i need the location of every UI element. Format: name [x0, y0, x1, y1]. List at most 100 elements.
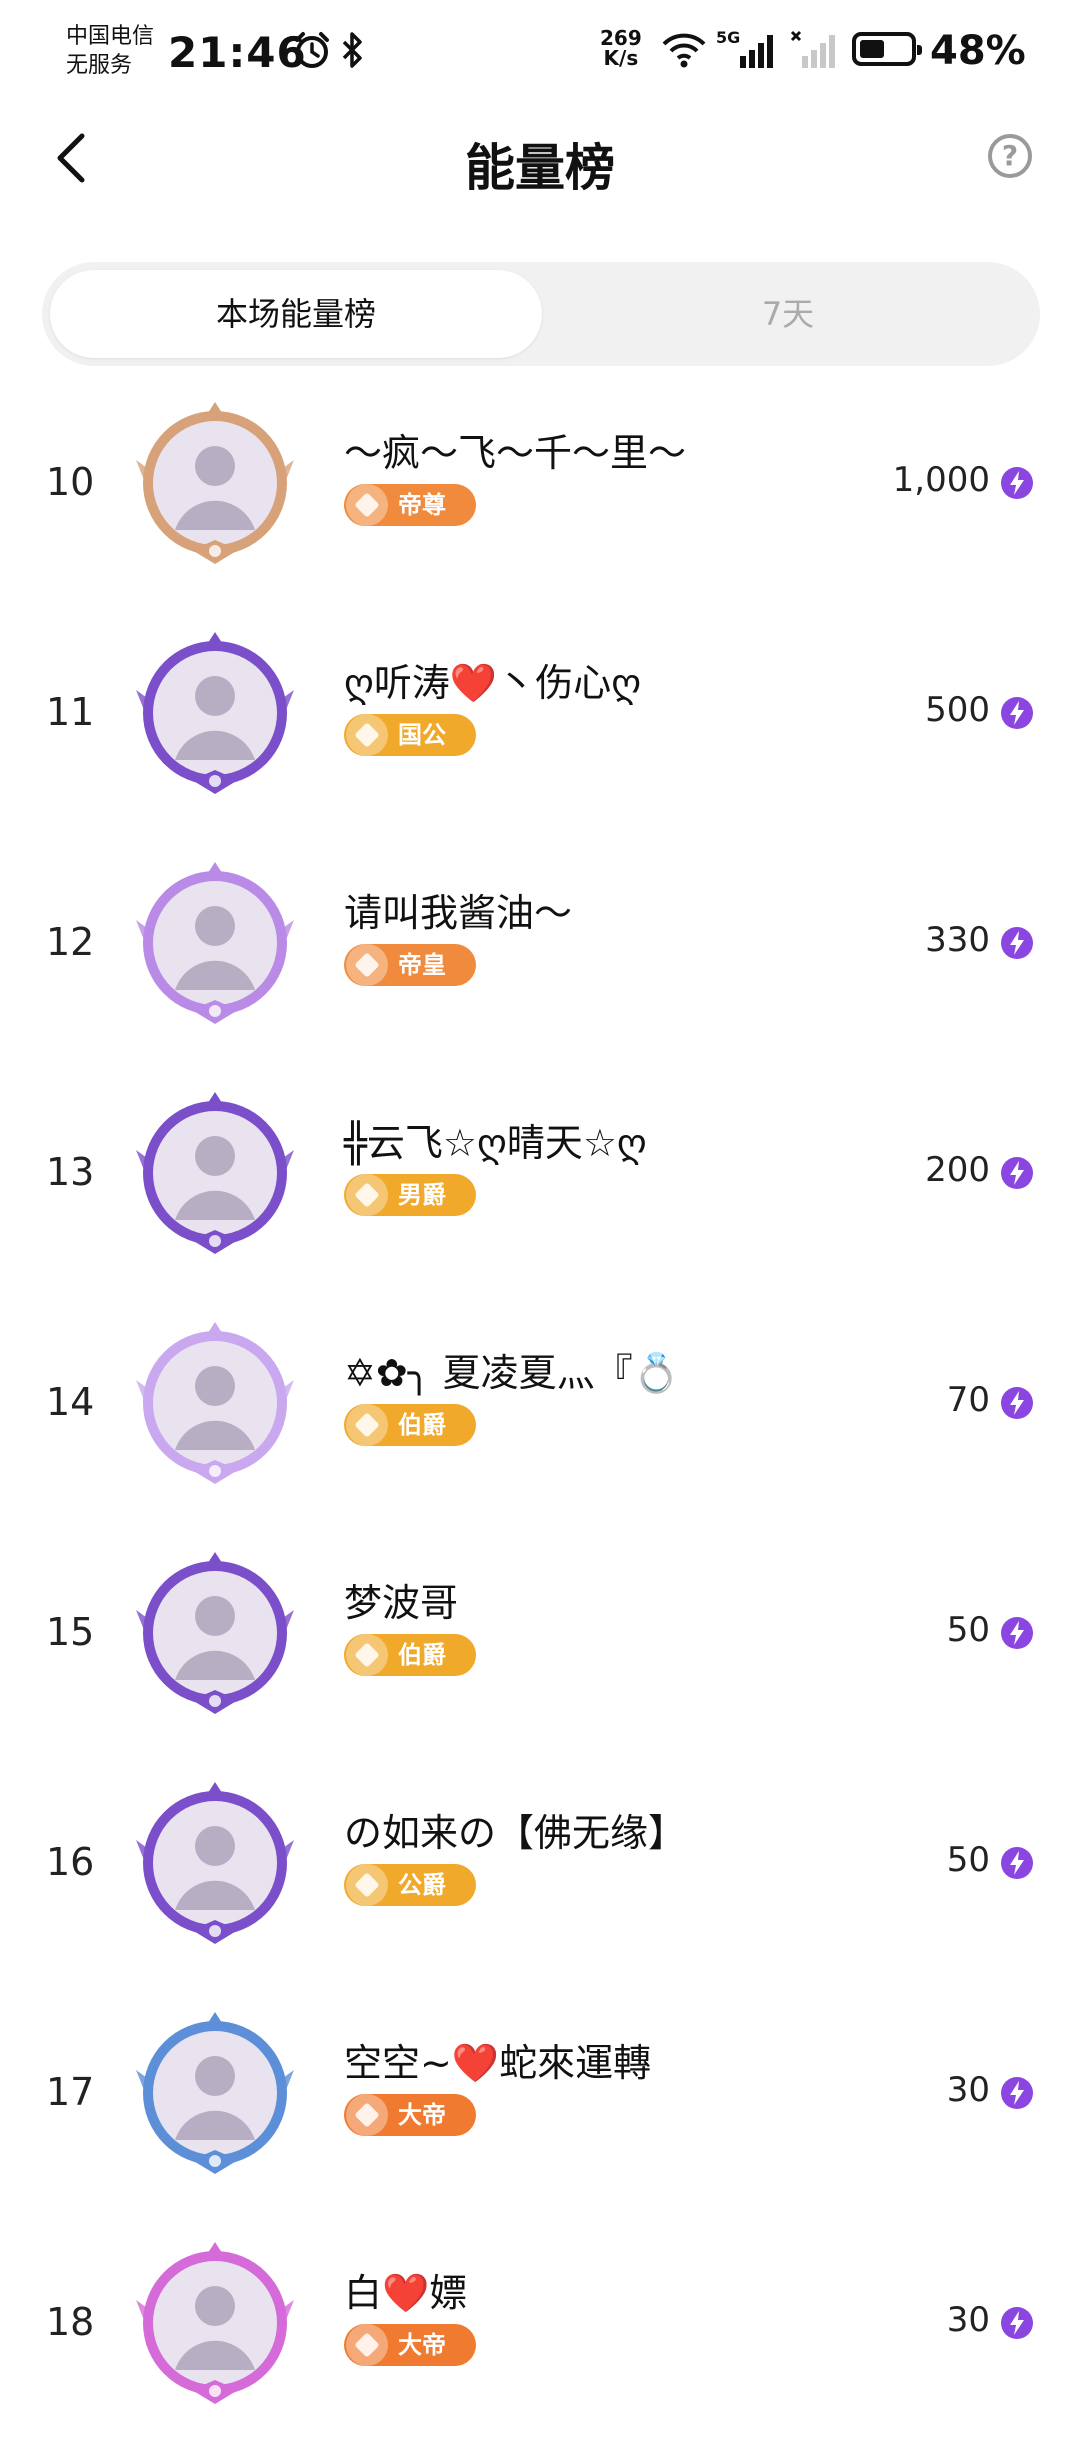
energy-value: 330	[925, 920, 990, 960]
tab-current-session[interactable]: 本场能量榜	[50, 270, 542, 358]
cell-signal-no-service-icon	[790, 30, 835, 68]
battery-icon	[852, 32, 922, 66]
badge-emblem-icon	[346, 714, 388, 756]
avatar-frame-icon	[136, 1092, 294, 1254]
avatar[interactable]	[132, 860, 298, 1026]
ranking-row[interactable]: 14 ✡✿╮ 夏凌夏灬『💍 伯爵 70	[0, 1308, 1080, 1538]
rank-badge: 帝尊	[344, 484, 476, 526]
user-name: 梦波哥	[344, 1581, 459, 1625]
badge-emblem-icon	[346, 1864, 388, 1906]
user-name: 白❤️嫖	[344, 2271, 468, 2315]
rank-number: 18	[46, 2300, 95, 2344]
energy-value: 1,000	[892, 460, 990, 500]
energy-bolt-icon	[1001, 927, 1033, 959]
ranking-row[interactable]: 11 ღ听涛❤️丶伤心ღ 国公 500	[0, 618, 1080, 848]
user-name: 空空~❤️蛇來運轉	[344, 2041, 652, 2085]
badge-label: 伯爵	[398, 1641, 446, 1669]
status-bar: 中国电信 无服务 21:46 269 K/s 5G 48%	[0, 0, 1080, 100]
badge-label: 大帝	[398, 2331, 446, 2359]
avatar[interactable]	[132, 400, 298, 566]
energy-value: 30	[946, 2070, 990, 2110]
energy-bolt-icon	[1001, 1617, 1033, 1649]
avatar-frame-icon	[136, 1782, 294, 1944]
service-status: 无服务	[66, 53, 133, 78]
badge-label: 伯爵	[398, 1411, 446, 1439]
avatar-frame-icon	[136, 2012, 294, 2174]
ranking-row[interactable]: 16 の如来の【佛无缘】 公爵 50	[0, 1768, 1080, 1998]
avatar[interactable]	[132, 2240, 298, 2406]
user-name: 请叫我酱油～	[344, 891, 573, 935]
badge-emblem-icon	[346, 2324, 388, 2366]
badge-label: 国公	[398, 721, 446, 749]
energy-bolt-icon	[1001, 2077, 1033, 2109]
badge-label: 公爵	[398, 1871, 446, 1899]
energy-value: 70	[946, 1380, 990, 1420]
net-speed: 269 K/s	[600, 28, 642, 68]
ranking-row[interactable]: 17 空空~❤️蛇來運轉 大帝 30	[0, 1998, 1080, 2228]
user-name: の如来の【佛无缘】	[344, 1811, 687, 1855]
ranking-row[interactable]: 15 梦波哥 伯爵 50	[0, 1538, 1080, 1768]
alarm-icon	[295, 32, 329, 68]
carrier-info: 中国电信 无服务	[66, 22, 154, 80]
avatar[interactable]	[132, 1090, 298, 1256]
avatar[interactable]	[132, 1550, 298, 1716]
energy-bolt-icon	[1001, 1387, 1033, 1419]
rank-badge: 大帝	[344, 2324, 476, 2366]
bluetooth-icon	[342, 32, 362, 68]
user-name: ╬云飞☆ღ晴天☆ღ	[344, 1121, 647, 1165]
energy-bolt-icon	[1001, 697, 1033, 729]
cell-signal-5g-icon: 5G	[716, 28, 780, 70]
badge-emblem-icon	[346, 2094, 388, 2136]
rank-number: 11	[46, 690, 95, 734]
tab-7-days[interactable]: 7天	[542, 270, 1034, 358]
rank-number: 17	[46, 2070, 95, 2114]
rank-number: 14	[46, 1380, 95, 1424]
badge-emblem-icon	[346, 1404, 388, 1446]
user-name: ღ听涛❤️丶伤心ღ	[344, 661, 642, 705]
avatar-frame-icon	[136, 632, 294, 794]
rank-number: 10	[46, 460, 95, 504]
energy-value: 500	[925, 690, 990, 730]
ranking-row[interactable]: 18 白❤️嫖 大帝 30	[0, 2228, 1080, 2458]
rank-number: 13	[46, 1150, 95, 1194]
badge-emblem-icon	[346, 484, 388, 526]
avatar[interactable]	[132, 2010, 298, 2176]
net-speed-unit: K/s	[603, 46, 639, 70]
badge-label: 男爵	[398, 1181, 446, 1209]
carrier-name: 中国电信	[66, 24, 155, 49]
rank-badge: 伯爵	[344, 1634, 476, 1676]
avatar-frame-icon	[136, 862, 294, 1024]
badge-label: 帝尊	[398, 491, 446, 519]
avatar[interactable]	[132, 630, 298, 796]
avatar-frame-icon	[136, 1322, 294, 1484]
rank-number: 15	[46, 1610, 95, 1654]
avatar[interactable]	[132, 1780, 298, 1946]
tab-bar: 本场能量榜 7天	[42, 262, 1040, 366]
help-icon[interactable]: ?	[988, 134, 1032, 178]
energy-value: 200	[925, 1150, 990, 1190]
rank-badge: 国公	[344, 714, 476, 756]
energy-bolt-icon	[1001, 1847, 1033, 1879]
ranking-row[interactable]: 13 ╬云飞☆ღ晴天☆ღ 男爵 200	[0, 1078, 1080, 1308]
energy-bolt-icon	[1001, 467, 1033, 499]
avatar-frame-icon	[136, 2242, 294, 2404]
energy-value: 50	[946, 1840, 990, 1880]
ranking-row[interactable]: 12 请叫我酱油～ 帝皇 330	[0, 848, 1080, 1078]
page-title: 能量榜	[465, 139, 615, 197]
badge-label: 帝皇	[398, 951, 446, 979]
rank-badge: 帝皇	[344, 944, 476, 986]
energy-bolt-icon	[1001, 1157, 1033, 1189]
rank-badge: 公爵	[344, 1864, 476, 1906]
avatar-frame-icon	[136, 402, 294, 564]
ranking-row[interactable]: 10 ～疯～飞～千～里～ 帝尊 1,000	[0, 388, 1080, 618]
energy-value: 30	[946, 2300, 990, 2340]
status-time: 21:46	[168, 28, 307, 77]
badge-emblem-icon	[346, 1174, 388, 1216]
badge-emblem-icon	[346, 944, 388, 986]
wifi-icon	[662, 33, 706, 68]
battery-percent: 48%	[930, 28, 1026, 74]
rank-badge: 男爵	[344, 1174, 476, 1216]
avatar[interactable]	[132, 1320, 298, 1486]
rank-badge: 伯爵	[344, 1404, 476, 1446]
badge-emblem-icon	[346, 1634, 388, 1676]
